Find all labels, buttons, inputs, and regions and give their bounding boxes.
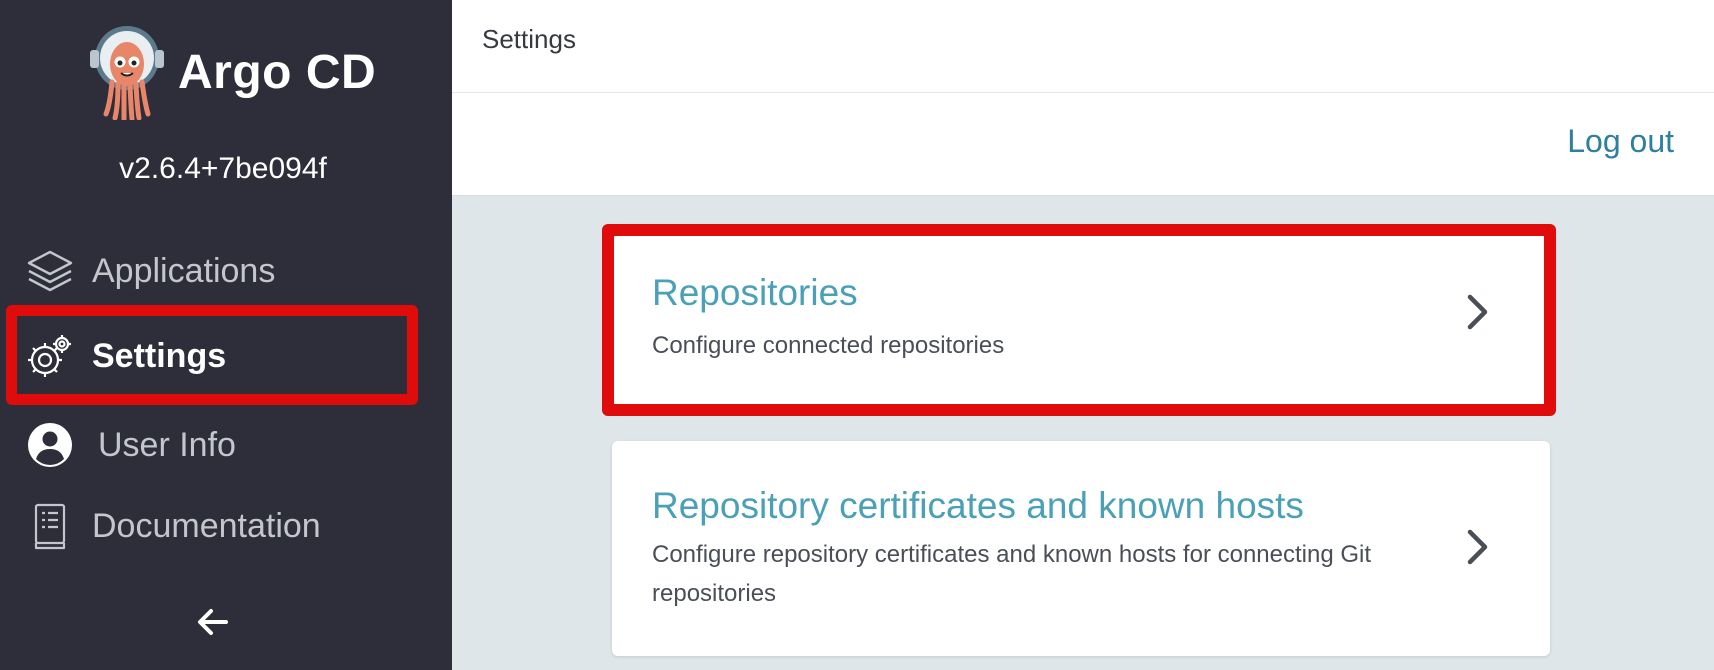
toolbar: Log out xyxy=(452,93,1714,196)
sidebar: Argo CD v2.6.4+7be094f Applications Sett… xyxy=(0,0,452,670)
sidebar-item-label: Documentation xyxy=(92,506,321,545)
sidebar-item-applications[interactable]: Applications xyxy=(0,236,452,306)
chevron-right-icon xyxy=(1467,294,1488,330)
argo-logo-icon xyxy=(90,26,164,120)
page-header: Settings xyxy=(452,0,1714,93)
brand[interactable]: Argo CD xyxy=(88,24,376,120)
collapse-sidebar-button[interactable] xyxy=(196,600,230,644)
user-circle-icon xyxy=(24,419,76,471)
book-icon xyxy=(24,500,76,552)
sidebar-item-documentation[interactable]: Documentation xyxy=(0,491,452,561)
sidebar-item-user-info[interactable]: User Info xyxy=(0,410,452,480)
logout-link[interactable]: Log out xyxy=(1567,123,1674,160)
main-content: Settings Log out Repositories Configure … xyxy=(452,0,1714,670)
app-name: Argo CD xyxy=(178,45,377,99)
sidebar-item-label: User Info xyxy=(98,425,236,464)
repository-certificates-card[interactable]: Repository certificates and known hosts … xyxy=(612,441,1550,656)
card-title: Repositories xyxy=(652,272,858,313)
arrow-left-icon xyxy=(198,609,228,635)
chevron-right-icon xyxy=(1467,529,1488,565)
layers-icon xyxy=(24,245,76,297)
argo-cd-app: Argo CD v2.6.4+7be094f Applications Sett… xyxy=(0,0,1714,670)
settings-highlight-box xyxy=(6,305,418,405)
app-version: v2.6.4+7be094f xyxy=(119,152,327,185)
card-description: Configure connected repositories xyxy=(652,332,1005,359)
sidebar-item-label: Applications xyxy=(92,251,276,290)
repositories-card[interactable]: Repositories Configure connected reposit… xyxy=(612,236,1550,408)
page-title: Settings xyxy=(482,24,576,54)
card-description: Configure repository certificates and kn… xyxy=(652,541,1372,607)
card-title: Repository certificates and known hosts xyxy=(652,485,1304,526)
